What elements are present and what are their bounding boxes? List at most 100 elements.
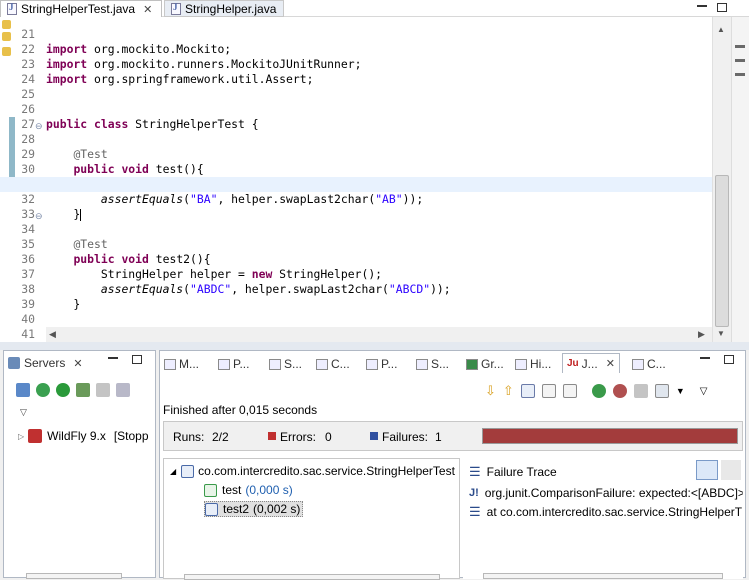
scroll-thumb[interactable]	[715, 175, 729, 327]
rerun-test-icon[interactable]	[591, 384, 606, 398]
tab-snippets[interactable]: S...	[269, 357, 302, 371]
minimize-icon[interactable]	[108, 355, 118, 359]
publish-icon[interactable]	[116, 383, 130, 397]
code-line: 27	[21, 117, 35, 131]
code-line: 31 assertEquals("BA", helper.swapLast2ch…	[21, 177, 424, 206]
expand-icon[interactable]: ▷	[18, 432, 24, 441]
code-line: 39	[21, 297, 35, 311]
scroll-down-icon[interactable]: ▼	[717, 329, 725, 338]
runs-label: Runs:	[173, 430, 205, 444]
tab-servers[interactable]: Servers ✕	[8, 356, 83, 370]
test-row[interactable]: test (0,000 s)	[204, 483, 293, 497]
history-dropdown-icon[interactable]: ▼	[676, 386, 685, 396]
minimize-icon[interactable]	[697, 3, 707, 7]
collapse-icon[interactable]	[16, 383, 30, 397]
next-failure-icon[interactable]: ⇩	[485, 383, 496, 399]
progress-bar-fill	[483, 429, 737, 443]
sash[interactable]	[0, 342, 749, 350]
test-name: test	[222, 483, 242, 497]
test-time: (0,002 s)	[253, 502, 301, 516]
tab-progress[interactable]: P...	[366, 357, 397, 371]
junit-tab-label: J...	[581, 356, 598, 371]
tab-history[interactable]: Hi...	[515, 357, 551, 371]
tab-markers[interactable]: M...	[164, 357, 199, 371]
compare-results-icon[interactable]	[721, 460, 741, 480]
junit-icon: Ju	[567, 358, 579, 369]
debug-server-icon[interactable]	[36, 383, 50, 397]
code-line: 28 @Test	[21, 132, 108, 161]
close-icon[interactable]: ✕	[606, 357, 615, 370]
profile-server-icon[interactable]	[76, 383, 90, 397]
code-line: 30 StringHelper helper = new StringHelpe…	[21, 162, 382, 191]
tab-properties[interactable]: P...	[218, 357, 249, 371]
editor-vertical-scrollbar[interactable]: ▲ ▼	[712, 17, 731, 342]
test-row-selected[interactable]: test2 (0,002 s)	[204, 501, 304, 517]
maximize-icon[interactable]	[132, 355, 142, 364]
code-line: 26 public class StringHelperTest {	[21, 102, 259, 131]
collapse-icon[interactable]: ◢	[170, 467, 176, 476]
wildfly-icon	[28, 429, 43, 443]
view-menu-icon[interactable]: ▽	[20, 407, 27, 418]
tab-junit[interactable]: Ju J... ✕	[562, 353, 620, 373]
server-row[interactable]: ▷ WildFly 9.x [Stopp	[18, 429, 149, 443]
failure-trace-label: Failure Trace	[486, 465, 557, 479]
tab-call-hierarchy[interactable]: C...	[632, 357, 666, 371]
filter-stack-icon[interactable]	[696, 460, 718, 480]
test-tree: ◢ co.com.intercredito.sac.service.String…	[163, 458, 460, 580]
code-line: 34 @Test	[21, 222, 108, 251]
trace-scrollbar[interactable]	[483, 573, 723, 579]
test-failure-icon	[205, 502, 218, 516]
editor-clip	[0, 17, 712, 20]
test-run-history-icon[interactable]	[654, 384, 669, 398]
servers-icon	[8, 357, 20, 369]
failure-icon	[370, 432, 378, 440]
start-server-icon[interactable]	[56, 383, 70, 397]
code-line-current: 32 }	[0, 177, 712, 221]
servers-scrollbar[interactable]	[26, 573, 122, 579]
code-line: 29 public void test(){	[21, 147, 204, 176]
code-line: 35 public void test2(){	[21, 237, 211, 266]
minimize-icon[interactable]	[700, 355, 710, 359]
gradle-icon	[466, 358, 478, 370]
suite-name: co.com.intercredito.sac.service.StringHe…	[198, 464, 455, 478]
code-line: 23 import org.springframework.util.Asser…	[21, 57, 314, 86]
close-icon[interactable]: ✕	[73, 357, 82, 370]
trace-line[interactable]: ☰ at co.com.intercredito.sac.service.Str…	[469, 504, 742, 520]
show-skipped-icon[interactable]	[562, 384, 577, 398]
editor-horizontal-scrollbar[interactable]: ◀ ▶	[46, 327, 712, 342]
maximize-icon[interactable]	[724, 355, 734, 364]
test-name: test2	[223, 502, 250, 516]
exception-icon: J!	[469, 487, 479, 499]
stop-icon[interactable]	[633, 384, 648, 398]
stop-server-icon[interactable]	[96, 383, 110, 397]
view-menu-icon[interactable]: ▽	[700, 386, 708, 397]
code-line: 22 import org.mockito.runners.MockitoJUn…	[21, 42, 362, 71]
scroll-left-icon[interactable]: ◀	[49, 329, 56, 340]
previous-failure-icon[interactable]: ⇧	[503, 383, 514, 399]
tab-console[interactable]: C...	[316, 357, 350, 371]
code-line: 37 assertEquals("ABDC", helper.swapLast2…	[21, 267, 451, 296]
errors-value: 0	[325, 430, 332, 444]
progress-icon	[366, 358, 378, 370]
tab-gradle[interactable]: Gr...	[466, 357, 504, 371]
tab-search[interactable]: S...	[416, 357, 449, 371]
scroll-up-icon[interactable]: ▲	[717, 25, 725, 34]
progress-track	[482, 428, 738, 444]
code-line: 41	[21, 327, 35, 341]
failures-value: 1	[435, 430, 442, 444]
test-suite-row[interactable]: ◢ co.com.intercredito.sac.service.String…	[170, 464, 455, 478]
maximize-icon[interactable]	[717, 3, 727, 12]
suite-failure-icon	[181, 464, 195, 478]
rerun-failed-first-icon[interactable]	[612, 384, 627, 398]
servers-toolbar	[16, 383, 130, 397]
scroll-lock-icon[interactable]	[541, 384, 556, 398]
trace-text: org.junit.ComparisonFailure: expected:<[…	[484, 486, 743, 500]
show-failures-only-icon[interactable]	[520, 384, 535, 398]
failure-trace-pane: ☰ Failure Trace J! org.junit.ComparisonF…	[463, 458, 743, 579]
server-status: [Stopp	[113, 429, 149, 443]
tree-scrollbar[interactable]	[184, 574, 440, 580]
scroll-right-icon[interactable]: ▶	[698, 329, 705, 340]
servers-panel: Servers ✕ ▽ ▷ WildFly 9.x [Stopp	[3, 350, 156, 579]
trace-line[interactable]: J! org.junit.ComparisonFailure: expected…	[469, 486, 743, 500]
code-line: 25	[21, 87, 35, 101]
